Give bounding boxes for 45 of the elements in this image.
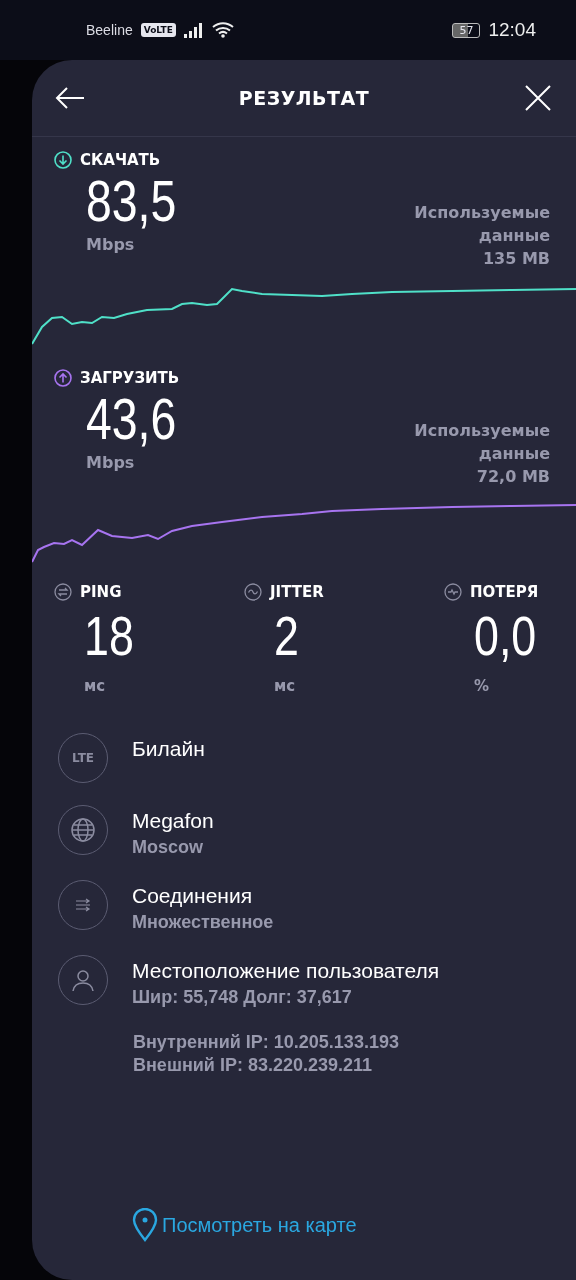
data-used-label: Используемые данные [413,202,550,247]
metric-label: JITTER [270,583,324,601]
volte-badge: VoLTE [140,23,176,37]
speed-value: 83,5 [86,169,177,233]
metric-unit: мс [84,677,107,695]
arrows-icon [54,583,72,601]
speed-label: СКАЧАТЬ [80,151,161,169]
view-on-map-link[interactable]: Посмотреть на карте [132,1208,576,1242]
detail-title: Соединения [132,884,254,908]
clock: 12:04 [488,19,536,41]
detail-title: Местоположение пользователя [132,959,440,983]
detail-title: Megafon [132,809,214,833]
detail-title: Билайн [132,737,205,761]
metric-unit: мс [274,677,297,695]
speed-unit: Mbps [86,235,136,254]
signal-icon [183,22,204,38]
metric-value: 18 [84,603,135,669]
detail-subtitle: Шир: 55,748 Долг: 37,617 [132,987,353,1008]
pulse-icon [444,583,462,601]
screen-title: РЕЗУЛЬТАТ [238,87,370,109]
metric-unit: % [474,677,491,695]
data-used-label: Используемые данные [413,420,550,465]
user-icon [58,955,108,1005]
speed-unit: Mbps [86,453,136,472]
globe-icon [58,805,108,855]
data-used-value: 72,0 MB [476,466,550,488]
wave-icon [244,583,262,601]
detail-subtitle: Множественное [132,912,274,933]
data-used-value: 135 MB [482,248,550,270]
network-type-badge: LTE [58,733,108,783]
ip-address: Внешний IP: 83.220.239.211 [133,1055,374,1076]
metric-value: 2 [274,603,300,669]
download-icon [54,151,72,169]
map-pin-icon [132,1208,158,1242]
upload-icon [54,369,72,387]
detail-subtitle: Moscow [132,837,204,858]
metric-value: 0,0 [474,603,538,669]
connections-icon [58,880,108,930]
speed-value: 43,6 [86,387,177,451]
metric-label: ПОТЕРЯ [470,583,539,601]
wifi-icon [211,22,234,38]
carrier-name: Beeline [86,22,133,38]
metric-label: PING [80,583,122,601]
speed-label: ЗАГРУЗИТЬ [80,369,180,387]
ip-address: Внутренний IP: 10.205.133.193 [133,1032,400,1053]
